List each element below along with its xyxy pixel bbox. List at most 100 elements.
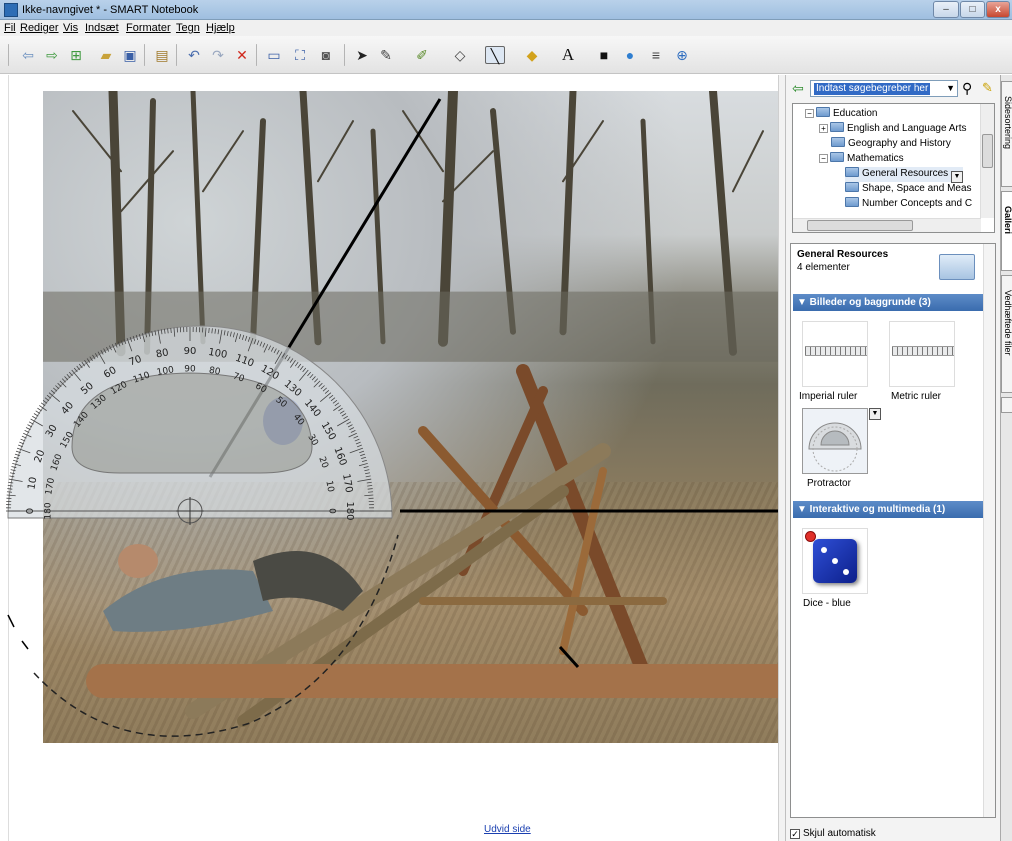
folder-icon xyxy=(845,182,859,192)
tree-item-mathematics[interactable]: − Mathematics xyxy=(819,152,904,167)
save-icon[interactable]: ▣ xyxy=(120,46,140,64)
tree-item-education[interactable]: − Education xyxy=(805,107,877,122)
next-page-icon[interactable]: ⇨ xyxy=(42,46,62,64)
toolbar-separator xyxy=(8,44,9,66)
tab-gallery[interactable]: Galleri xyxy=(1001,191,1012,271)
photo-shelter xyxy=(86,364,778,727)
scroll-thumb[interactable] xyxy=(982,134,993,168)
toolbar: ⇦ ⇨ ⊞ ▰ ▣ ▤ ↶ ↷ ✕ ▭ ⛶ ◙ ➤ ✎ ✐ ◇ ╲ ◆ A ■ … xyxy=(0,36,1012,74)
help-icon[interactable]: ⊕ xyxy=(672,46,692,64)
tab-attachments[interactable]: Vedhæftede filer xyxy=(1001,275,1012,393)
expand-icon[interactable]: + xyxy=(819,124,828,133)
tree-item-geography[interactable]: Geography and History xyxy=(831,137,951,152)
imperial-ruler-thumbnail xyxy=(805,346,867,356)
minimize-button[interactable]: – xyxy=(933,1,959,18)
panel-splitter[interactable] xyxy=(778,75,785,841)
toolbar-separator xyxy=(176,44,177,66)
expand-page-link[interactable]: Udvid side xyxy=(484,824,531,835)
menu-draw[interactable]: Tegn xyxy=(176,22,200,34)
forest-photo[interactable] xyxy=(43,91,778,743)
gallery-item-label: Protractor xyxy=(807,478,851,489)
gallery-search-row: ⇦ Indtast søgebegreber her ▼ ⚲ ✎ xyxy=(786,75,1001,103)
side-tab-strip: Sidesortering Galleri Vedhæftede filer xyxy=(1000,75,1012,841)
fill-icon[interactable]: ■ xyxy=(594,46,614,64)
gallery-item-label: Dice - blue xyxy=(803,598,851,609)
menu-bar: Fil Rediger Vis Indsæt Formater Tegn Hjæ… xyxy=(0,20,1012,36)
protractor-thumbnail xyxy=(808,422,862,472)
back-arrow-icon[interactable]: ⇦ xyxy=(792,81,808,95)
previous-page-icon[interactable]: ⇦ xyxy=(18,46,38,64)
tab-page-sorter[interactable]: Sidesortering xyxy=(1001,81,1012,187)
add-page-icon[interactable]: ⊞ xyxy=(66,46,86,64)
creative-pen-icon[interactable]: ✐ xyxy=(412,46,432,64)
autohide-checkbox[interactable]: ✓ Skjul automatisk xyxy=(790,828,876,839)
open-icon[interactable]: ▰ xyxy=(96,46,116,64)
gallery-item-imperial-ruler[interactable] xyxy=(802,321,868,387)
line-icon[interactable]: ╲ xyxy=(485,46,505,64)
section-images-backgrounds[interactable]: ▼ Billeder og baggrunde (3) xyxy=(793,294,983,311)
gallery-panel: ⇦ Indtast søgebegreber her ▼ ⚲ ✎ − Educat… xyxy=(785,75,1000,841)
menu-file[interactable]: Fil xyxy=(4,22,16,34)
tree-item-number-concepts[interactable]: Number Concepts and C xyxy=(845,197,972,212)
tree-vertical-scrollbar[interactable] xyxy=(980,104,994,218)
tree-horizontal-scrollbar[interactable] xyxy=(793,218,981,232)
properties-icon[interactable]: ● xyxy=(620,46,640,64)
dice-icon xyxy=(813,539,857,583)
shape-icon[interactable]: ◆ xyxy=(522,46,542,64)
folder-icon xyxy=(830,122,844,132)
checkbox-checked-icon[interactable]: ✓ xyxy=(790,829,800,839)
menu-format[interactable]: Formater xyxy=(126,22,171,34)
title-bar: Ikke-navngivet * - SMART Notebook – □ x xyxy=(0,0,1012,20)
tree-item-general-resources[interactable]: General Resources ▼ xyxy=(845,167,963,183)
section-interactive-multimedia[interactable]: ▼ Interaktive og multimedia (1) xyxy=(793,501,983,518)
text-icon[interactable]: A xyxy=(558,46,578,64)
screen-shade-icon[interactable]: ▭ xyxy=(264,46,284,64)
redo-icon[interactable]: ↷ xyxy=(208,46,228,64)
pen-icon[interactable]: ✎ xyxy=(376,46,396,64)
toolbar-settings-icon[interactable]: ≡ xyxy=(646,46,666,64)
toolbar-separator xyxy=(144,44,145,66)
tab-properties[interactable] xyxy=(1001,397,1012,413)
open-folder-icon xyxy=(939,254,975,280)
menu-help[interactable]: Hjælp xyxy=(206,22,235,34)
search-icon[interactable]: ⚲ xyxy=(962,80,972,97)
paste-icon[interactable]: ▤ xyxy=(152,46,172,64)
collapse-icon[interactable]: − xyxy=(819,154,828,163)
metric-ruler-thumbnail xyxy=(892,346,954,356)
menu-insert[interactable]: Indsæt xyxy=(85,22,119,34)
select-icon[interactable]: ➤ xyxy=(352,46,372,64)
toolbar-separator xyxy=(344,44,345,66)
undo-icon[interactable]: ↶ xyxy=(184,46,204,64)
gallery-contents: General Resources 4 elementer ▼ Billeder… xyxy=(790,243,996,818)
maximize-button[interactable]: □ xyxy=(960,1,985,18)
gallery-item-dice-blue[interactable] xyxy=(802,528,868,594)
window-title: Ikke-navngivet * - SMART Notebook xyxy=(22,4,199,16)
menu-view[interactable]: Vis xyxy=(63,22,78,34)
chevron-down-icon[interactable]: ▼ xyxy=(946,83,955,93)
full-screen-icon[interactable]: ⛶ xyxy=(290,46,310,64)
tree-item-english[interactable]: + English and Language Arts xyxy=(819,122,967,137)
person xyxy=(103,397,363,632)
wrench-icon[interactable]: ✎ xyxy=(982,80,993,96)
folder-icon xyxy=(816,107,830,117)
item-menu-chevron-icon[interactable]: ▼ xyxy=(869,408,881,420)
eraser-icon[interactable]: ◇ xyxy=(450,46,470,64)
close-button[interactable]: x xyxy=(986,1,1010,18)
gallery-item-protractor[interactable] xyxy=(802,408,868,474)
gallery-item-metric-ruler[interactable] xyxy=(889,321,955,387)
collapse-icon[interactable]: − xyxy=(805,109,814,118)
gallery-category-title: General Resources xyxy=(797,249,889,260)
folder-icon xyxy=(830,152,844,162)
gallery-item-label: Imperial ruler xyxy=(799,391,858,402)
smart-notebook-app-icon xyxy=(4,3,18,17)
delete-icon[interactable]: ✕ xyxy=(232,46,252,64)
folder-icon xyxy=(845,197,859,207)
scroll-thumb[interactable] xyxy=(807,220,913,231)
menu-edit[interactable]: Rediger xyxy=(20,22,59,34)
capture-icon[interactable]: ◙ xyxy=(316,46,336,64)
gallery-vertical-scrollbar[interactable] xyxy=(983,244,995,817)
gallery-item-label: Metric ruler xyxy=(891,391,942,402)
gallery-search-input[interactable]: Indtast søgebegreber her ▼ xyxy=(810,80,958,97)
tree-item-shape-space[interactable]: Shape, Space and Meas xyxy=(845,182,972,197)
gallery-tree[interactable]: − Education + English and Language Arts Ge… xyxy=(792,103,995,233)
